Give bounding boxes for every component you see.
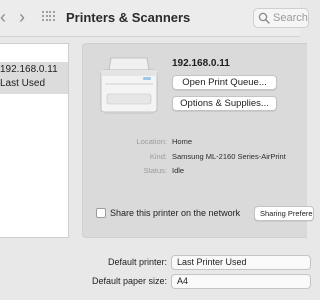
chevron-right-icon[interactable]: ›: [19, 7, 25, 27]
share-printer-label: Share this printer on the network: [110, 208, 241, 218]
chevron-left-icon[interactable]: ‹: [0, 7, 6, 27]
printer-list-item[interactable]: 192.168.0.11 Last Used: [0, 62, 68, 94]
search-placeholder: Search: [273, 12, 308, 24]
printer-list-item-status: Last Used: [0, 78, 46, 89]
share-printer-checkbox[interactable]: [96, 208, 106, 218]
grid-icon[interactable]: [42, 11, 55, 24]
kind-value: Samsung ML-2160 Series-AirPrint: [172, 152, 286, 161]
printer-icon: [100, 57, 158, 114]
default-printer-label: Default printer:: [107, 257, 167, 267]
search-icon: [258, 12, 270, 24]
options-supplies-button[interactable]: Options & Supplies...: [172, 96, 277, 111]
printer-list: 192.168.0.11 Last Used: [0, 43, 69, 238]
location-label: Location:: [136, 137, 167, 146]
sharing-preferences-button[interactable]: Sharing Preferences...: [254, 206, 314, 221]
status-label: Status:: [143, 166, 167, 175]
open-print-queue-button[interactable]: Open Print Queue...: [172, 75, 277, 90]
location-value: Home: [172, 137, 193, 146]
printer-name: 192.168.0.11: [172, 58, 230, 69]
default-paper-size-value: A4: [177, 276, 189, 286]
default-paper-size-popup[interactable]: A4: [171, 274, 311, 289]
window-title: Printers & Scanners: [66, 10, 191, 25]
printer-list-item-name: 192.168.0.11: [0, 64, 58, 75]
default-printer-value: Last Printer Used: [177, 257, 247, 267]
printer-detail-panel: 192.168.0.11 Open Print Queue... Options…: [82, 43, 314, 238]
default-paper-size-label: Default paper size:: [91, 276, 167, 286]
search-field[interactable]: Search: [253, 8, 309, 28]
title-bar: ‹ › Printers & Scanners Search: [0, 0, 309, 37]
default-printer-popup[interactable]: Last Printer Used: [171, 255, 311, 270]
status-value: Idle: [172, 166, 185, 175]
kind-label: Kind:: [149, 152, 167, 161]
